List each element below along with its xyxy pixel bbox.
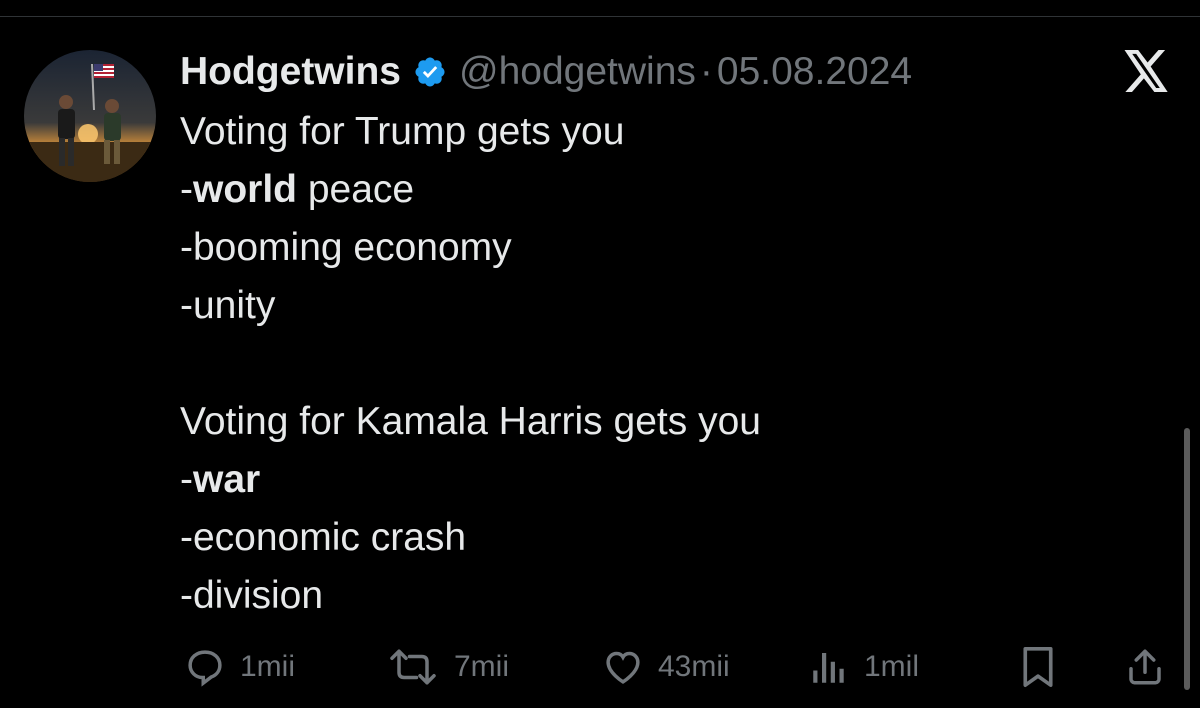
- tweet-line: -economic crash: [180, 516, 467, 559]
- tweet-line: -unity: [180, 284, 276, 327]
- action-bar: 1mii 7mii 43mii 1mil: [0, 640, 1200, 694]
- retweet-icon: [390, 649, 436, 685]
- like-count: 43mii: [658, 650, 730, 683]
- tweet-line: Voting for Trump gets you: [180, 110, 625, 153]
- bookmark-icon: [1023, 646, 1053, 687]
- scrollbar[interactable]: [1184, 428, 1190, 690]
- tweet-line: Voting for Kamala Harris gets you: [180, 400, 761, 443]
- tweet-line: -booming economy: [180, 226, 512, 269]
- tweet-line: -division: [180, 574, 324, 617]
- reply-count: 1mii: [240, 650, 296, 683]
- like-button[interactable]: 43mii: [602, 640, 730, 694]
- views-icon: [813, 653, 844, 683]
- views-count: 1mil: [864, 650, 920, 683]
- avatar[interactable]: [24, 50, 156, 182]
- bold-text: war: [193, 458, 261, 501]
- tweet-date[interactable]: 05.08.2024: [717, 50, 912, 94]
- avatar-image: [24, 50, 156, 182]
- views-button[interactable]: 1mil: [808, 640, 919, 694]
- tweet-text: Voting for Trump gets you -world peace -…: [180, 103, 761, 625]
- display-name[interactable]: Hodgetwins: [180, 50, 401, 94]
- share-icon: [1129, 649, 1161, 685]
- reply-button[interactable]: 1mii: [184, 640, 295, 694]
- x-logo-icon[interactable]: [1122, 50, 1170, 99]
- top-divider: [0, 16, 1200, 17]
- tweet-line: -world peace: [180, 168, 415, 211]
- user-handle[interactable]: @hodgetwins: [459, 50, 696, 94]
- heart-icon: [606, 651, 640, 684]
- share-button[interactable]: [1124, 640, 1166, 694]
- tweet-header: Hodgetwins @hodgetwins · 05.08.2024: [180, 46, 912, 98]
- tweet-line: -war: [180, 458, 261, 501]
- retweet-count: 7mii: [454, 650, 510, 683]
- bookmark-button[interactable]: [1018, 640, 1058, 694]
- retweet-button[interactable]: 7mii: [386, 640, 509, 694]
- reply-icon: [188, 650, 222, 687]
- verified-badge-icon[interactable]: [413, 55, 447, 89]
- bold-text: world: [193, 168, 297, 211]
- separator-dot: ·: [699, 50, 713, 93]
